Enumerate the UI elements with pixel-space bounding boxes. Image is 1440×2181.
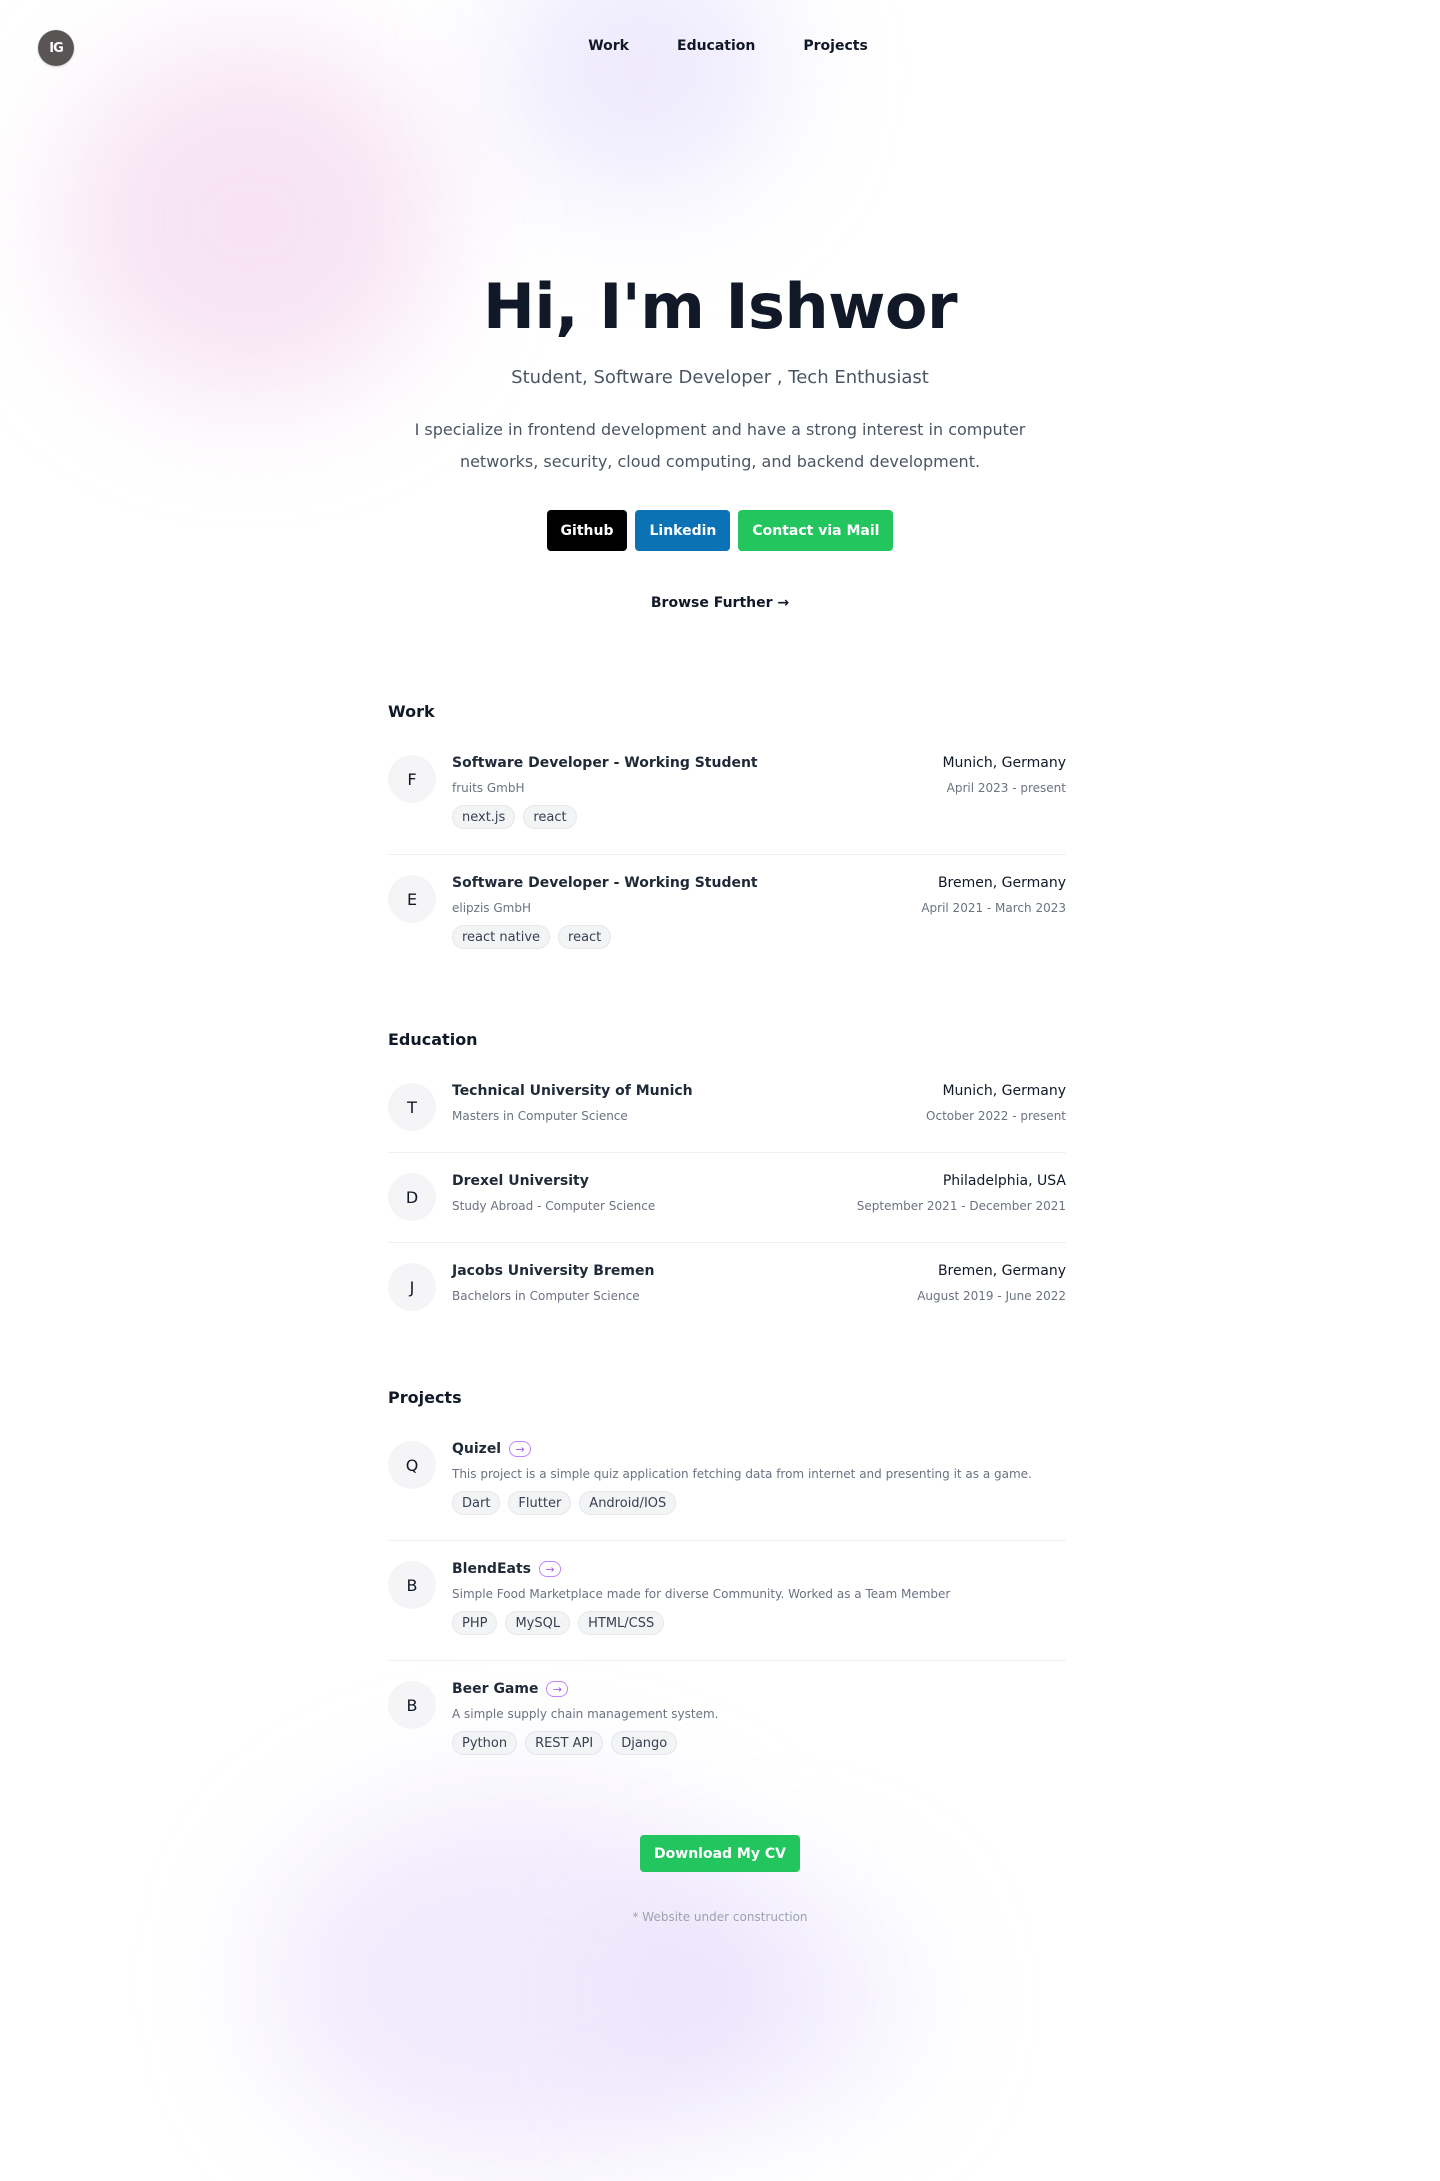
- education-meta: Munich, Germany October 2022 - present: [926, 1083, 1066, 1123]
- tag: react native: [452, 925, 551, 949]
- arrow-right-icon[interactable]: →: [509, 1441, 532, 1457]
- project-description: Simple Food Marketplace made for diverse…: [452, 1587, 951, 1601]
- download-cv-button[interactable]: Download My CV: [640, 1835, 800, 1872]
- project-name: Beer Game: [452, 1681, 539, 1697]
- project-title-row: BlendEats →: [452, 1561, 1066, 1577]
- page: IG Work Education Projects Hi, I'm Ishwo…: [0, 0, 1440, 2181]
- project-entry: Q Quizel → This project is a simple quiz…: [388, 1421, 1066, 1541]
- tag-list: Dart Flutter Android/IOS: [452, 1491, 1066, 1515]
- cv-area: Download My CV: [0, 1835, 1440, 1872]
- school-avatar: D: [388, 1173, 436, 1221]
- project-entry-body: BlendEats → Simple Food Marketplace made…: [452, 1561, 1066, 1635]
- linkedin-button[interactable]: Linkedin: [635, 510, 731, 551]
- projects-list: Q Quizel → This project is a simple quiz…: [388, 1421, 1066, 1781]
- tag: Flutter: [508, 1491, 572, 1515]
- construction-note: * Website under construction: [632, 1910, 808, 1924]
- education-entry: T Technical University of Munich Masters…: [388, 1063, 1066, 1153]
- education-date: September 2021 - December 2021: [856, 1199, 1066, 1213]
- hero-section: Hi, I'm Ishwor Student, Software Develop…: [0, 270, 1440, 611]
- tag: PHP: [452, 1611, 498, 1635]
- project-avatar: Q: [388, 1441, 436, 1489]
- work-section: Work F Software Developer - Working Stud…: [388, 702, 1066, 975]
- project-avatar: B: [388, 1681, 436, 1729]
- arrow-right-icon[interactable]: →: [539, 1561, 561, 1577]
- education-meta: Bremen, Germany August 2019 - June 2022: [917, 1263, 1066, 1303]
- tag: next.js: [452, 805, 516, 829]
- school-avatar: J: [388, 1263, 436, 1311]
- education-entry: J Jacobs University Bremen Bachelors in …: [388, 1243, 1066, 1333]
- github-button[interactable]: Github: [546, 510, 628, 551]
- education-location: Philadelphia, USA: [942, 1173, 1066, 1189]
- work-date: April 2023 - present: [946, 781, 1066, 795]
- work-location: Munich, Germany: [942, 755, 1066, 771]
- nav-links: Work Education Projects: [0, 38, 1440, 54]
- nav-link-projects[interactable]: Projects: [803, 38, 867, 54]
- nav-link-work[interactable]: Work: [588, 38, 629, 54]
- work-meta: Munich, Germany April 2023 - present: [942, 755, 1066, 795]
- project-entry: B Beer Game → A simple supply chain mana…: [388, 1661, 1066, 1781]
- work-meta: Bremen, Germany April 2021 - March 2023: [921, 875, 1066, 915]
- education-location: Munich, Germany: [942, 1083, 1066, 1099]
- tag: MySQL: [505, 1611, 571, 1635]
- nav-link-education[interactable]: Education: [677, 38, 755, 54]
- tag: Python: [452, 1731, 518, 1755]
- tag: react: [558, 925, 612, 949]
- tag: Django: [611, 1731, 678, 1755]
- work-date: April 2021 - March 2023: [921, 901, 1066, 915]
- projects-section: Projects Q Quizel → This project is a si…: [388, 1388, 1066, 1781]
- top-navigation: IG Work Education Projects: [0, 0, 1440, 96]
- work-entry: E Software Developer - Working Student e…: [388, 855, 1066, 975]
- contact-mail-button[interactable]: Contact via Mail: [738, 510, 894, 551]
- school-avatar: T: [388, 1083, 436, 1131]
- education-list: T Technical University of Munich Masters…: [388, 1063, 1066, 1333]
- company-avatar: F: [388, 755, 436, 803]
- tag: Dart: [452, 1491, 501, 1515]
- work-list: F Software Developer - Working Student f…: [388, 735, 1066, 975]
- education-meta: Philadelphia, USA September 2021 - Decem…: [857, 1173, 1066, 1213]
- company-avatar: E: [388, 875, 436, 923]
- project-entry-body: Beer Game → A simple supply chain manage…: [452, 1681, 1066, 1755]
- tag: HTML/CSS: [578, 1611, 665, 1635]
- education-entry: D Drexel University Study Abroad - Compu…: [388, 1153, 1066, 1243]
- tag: REST API: [525, 1731, 604, 1755]
- education-date: October 2022 - present: [926, 1109, 1066, 1123]
- project-name: BlendEats: [452, 1561, 531, 1577]
- arrow-right-icon[interactable]: →: [546, 1681, 569, 1697]
- project-description: This project is a simple quiz applicatio…: [452, 1467, 1032, 1481]
- project-title-row: Quizel →: [452, 1441, 1066, 1457]
- tag: Android/IOS: [579, 1491, 677, 1515]
- project-name: Quizel: [452, 1441, 502, 1457]
- work-entry: F Software Developer - Working Student f…: [388, 735, 1066, 855]
- hero-buttons: Github Linkedin Contact via Mail: [0, 510, 1440, 551]
- tag: react: [523, 805, 577, 829]
- tag-list: next.js react: [452, 805, 1066, 829]
- education-date: August 2019 - June 2022: [917, 1289, 1066, 1303]
- education-location: Bremen, Germany: [937, 1263, 1066, 1279]
- tag-list: PHP MySQL HTML/CSS: [452, 1611, 1066, 1635]
- tag-list: react native react: [452, 925, 1066, 949]
- section-title-education: Education: [388, 1030, 478, 1049]
- project-description: A simple supply chain management system.: [452, 1707, 719, 1721]
- tag-list: Python REST API Django: [452, 1731, 1066, 1755]
- project-entry: B BlendEats → Simple Food Marketplace ma…: [388, 1541, 1066, 1661]
- education-section: Education T Technical University of Muni…: [388, 1030, 1066, 1333]
- hero-description: I specialize in frontend development and…: [414, 420, 1026, 471]
- section-title-projects: Projects: [388, 1388, 462, 1407]
- hero-title: Hi, I'm Ishwor: [482, 270, 958, 343]
- project-entry-body: Quizel → This project is a simple quiz a…: [452, 1441, 1066, 1515]
- browse-further-link[interactable]: Browse Further →: [651, 595, 789, 611]
- work-location: Bremen, Germany: [937, 875, 1066, 891]
- project-title-row: Beer Game →: [452, 1681, 1066, 1697]
- project-avatar: B: [388, 1561, 436, 1609]
- hero-subtitle: Student, Software Developer , Tech Enthu…: [511, 367, 929, 388]
- section-title-work: Work: [388, 702, 435, 721]
